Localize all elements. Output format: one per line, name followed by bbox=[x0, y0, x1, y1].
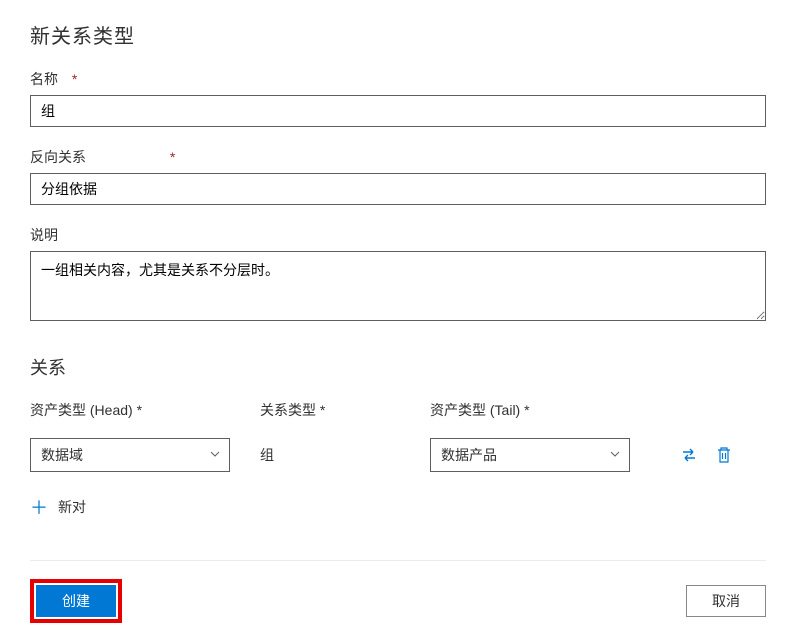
plus-icon: ＋ bbox=[30, 494, 48, 520]
chevron-down-icon bbox=[609, 447, 621, 463]
reverse-label-text: 反向关系 bbox=[30, 149, 86, 165]
type-label: 关系类型 * bbox=[260, 400, 430, 420]
name-input[interactable] bbox=[30, 95, 766, 127]
description-label: 说明 bbox=[30, 225, 766, 245]
name-label: 名称 * bbox=[30, 69, 766, 89]
tail-select-value: 数据产品 bbox=[441, 445, 497, 465]
cancel-button[interactable]: 取消 bbox=[686, 585, 766, 617]
chevron-down-icon bbox=[209, 447, 221, 463]
relation-actions bbox=[680, 438, 732, 472]
required-asterisk: * bbox=[72, 71, 77, 87]
tail-column: 资产类型 (Tail) * 数据产品 bbox=[430, 400, 660, 472]
head-column: 资产类型 (Head) * 数据域 bbox=[30, 400, 260, 472]
description-field-group: 说明 bbox=[30, 225, 766, 324]
required-asterisk: * bbox=[170, 149, 175, 165]
head-select[interactable]: 数据域 bbox=[30, 438, 230, 472]
type-value: 组 bbox=[260, 438, 430, 472]
name-field-group: 名称 * bbox=[30, 69, 766, 127]
type-column: 关系类型 * 组 bbox=[260, 400, 430, 472]
new-pair-label: 新对 bbox=[58, 497, 86, 517]
name-label-text: 名称 bbox=[30, 71, 58, 87]
description-textarea[interactable] bbox=[30, 251, 766, 321]
tail-label: 资产类型 (Tail) * bbox=[430, 400, 660, 420]
tail-select[interactable]: 数据产品 bbox=[430, 438, 630, 472]
create-button[interactable]: 创建 bbox=[36, 585, 116, 617]
reverse-field-group: 反向关系 * bbox=[30, 147, 766, 205]
relation-section-title: 关系 bbox=[30, 354, 766, 380]
page-title: 新关系类型 bbox=[30, 20, 766, 49]
new-pair-button[interactable]: ＋ 新对 bbox=[30, 494, 766, 520]
reverse-label: 反向关系 * bbox=[30, 147, 766, 167]
relation-row: 资产类型 (Head) * 数据域 关系类型 * 组 资产类型 (Tail) *… bbox=[30, 400, 766, 472]
head-select-value: 数据域 bbox=[41, 445, 83, 465]
footer: 创建 取消 bbox=[30, 560, 766, 623]
head-label: 资产类型 (Head) * bbox=[30, 400, 260, 420]
reverse-input[interactable] bbox=[30, 173, 766, 205]
delete-icon[interactable] bbox=[716, 446, 732, 464]
swap-icon[interactable] bbox=[680, 446, 698, 464]
create-highlight: 创建 bbox=[30, 579, 122, 623]
